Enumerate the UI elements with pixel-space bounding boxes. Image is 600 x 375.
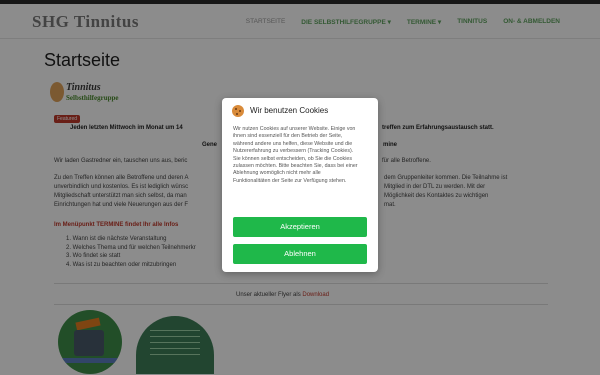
cookie-dialog: Wir benutzen Cookies Wir nutzen Cookies … [222,98,378,272]
cookie-dialog-title: Wir benutzen Cookies [250,106,329,115]
accept-cookies-button[interactable]: Akzeptieren [233,217,367,237]
decline-cookies-button[interactable]: Ablehnen [233,244,367,264]
cookie-dialog-body: Wir nutzen Cookies auf unserer Website. … [233,126,358,184]
cookie-icon [232,105,244,117]
